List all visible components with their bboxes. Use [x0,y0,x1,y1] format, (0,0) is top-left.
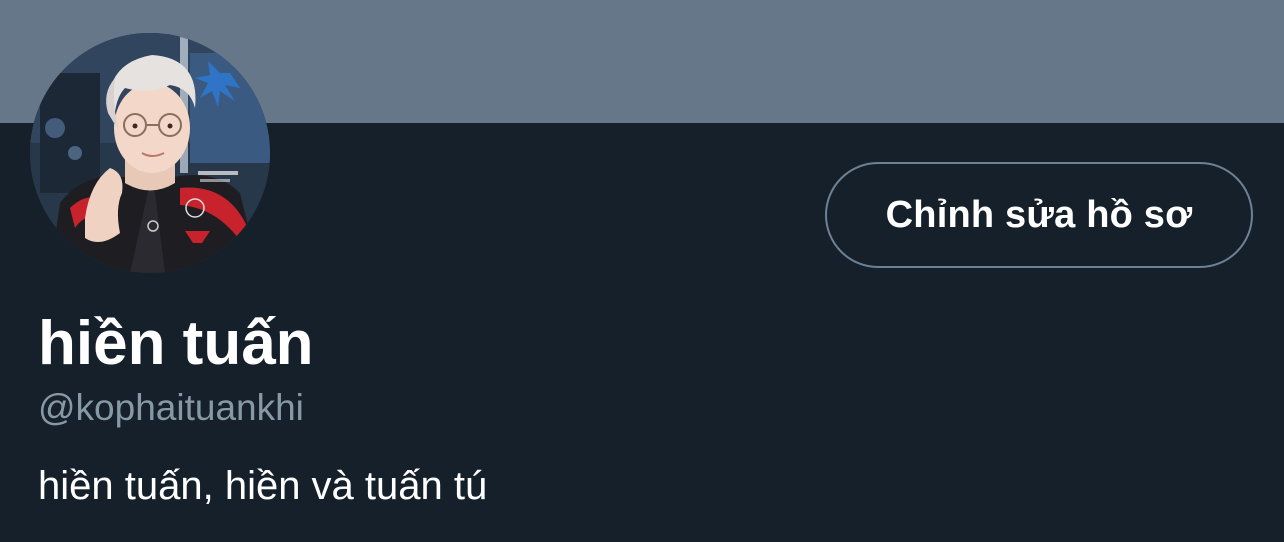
profile-page: Chỉnh sửa hồ sơ hiền tuấn @kophaituankhi… [0,0,1284,542]
profile-bio: hiền tuấn, hiền và tuấn tú [38,464,488,508]
edit-profile-button[interactable]: Chỉnh sửa hồ sơ [825,162,1253,268]
profile-avatar[interactable] [30,33,270,273]
username-handle: @kophaituankhi [38,387,304,428]
avatar-photo [30,33,270,273]
display-name: hiền tuấn [38,309,314,378]
